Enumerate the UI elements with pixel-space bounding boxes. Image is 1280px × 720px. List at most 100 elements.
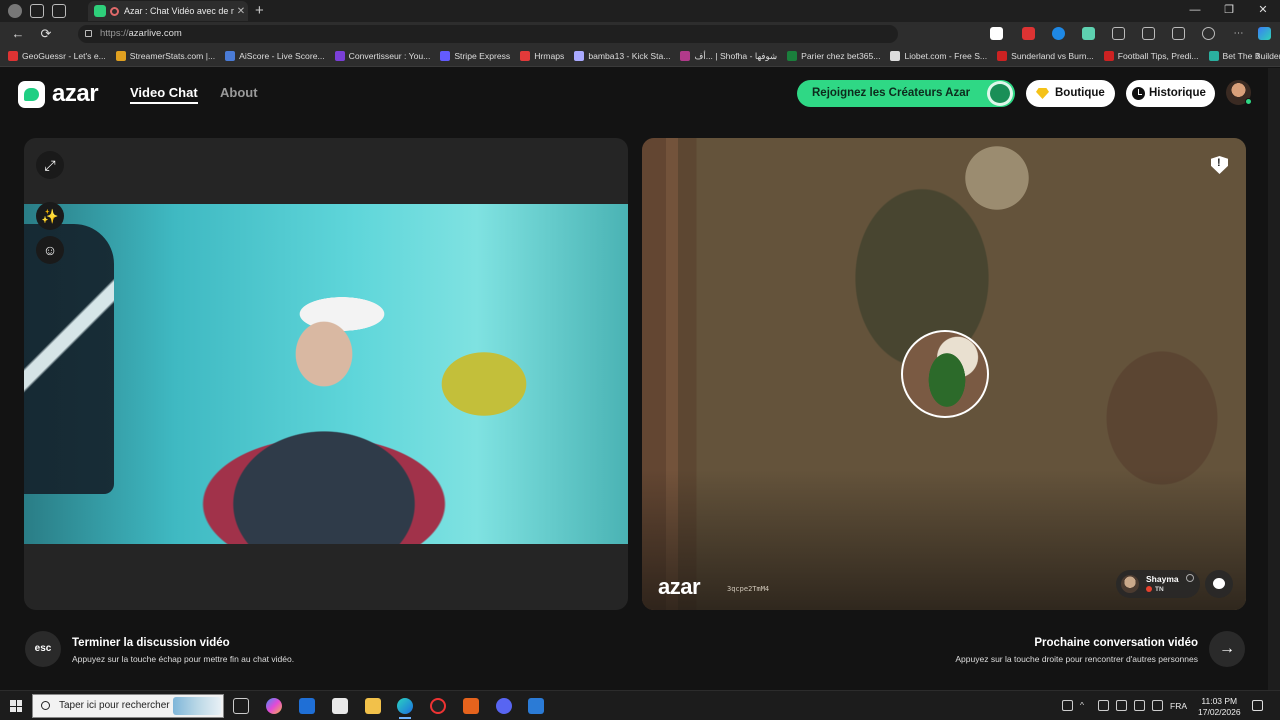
mask-button[interactable]: ☺ — [36, 236, 64, 264]
refresh-extension-icon[interactable] — [1112, 27, 1125, 40]
join-creators-button[interactable]: Rejoignez les Créateurs Azar — [797, 80, 1015, 107]
bookmark-favicon-icon — [520, 51, 531, 61]
nav-video-chat[interactable]: Video Chat — [130, 85, 198, 104]
url-host: azarlive.com — [128, 28, 182, 39]
tab-close-icon[interactable]: ✕ — [234, 6, 248, 17]
profile-icon[interactable] — [8, 4, 22, 18]
shop-button[interactable]: Boutique — [1026, 80, 1115, 107]
recording-icon — [110, 6, 119, 16]
history-label: Historique — [1149, 87, 1206, 99]
taskbar-clock[interactable]: 11:03 PM 17/02/2026 — [1198, 696, 1241, 718]
camera-icon[interactable] — [1116, 700, 1127, 711]
site-info-icon[interactable] — [85, 30, 92, 37]
session-code: 3qcpe2TmM4 — [727, 585, 770, 593]
azar-logo-text: azar — [52, 80, 99, 107]
expand-icon: ⤢ — [44, 157, 56, 173]
magic-wand-icon: ✨ — [41, 208, 59, 224]
bookmark-label: Sunderland vs Burn... — [1011, 51, 1094, 61]
taskbar-search[interactable]: Taper ici pour rechercher — [32, 694, 224, 718]
extension-icon[interactable] — [1082, 27, 1095, 40]
bookmark-favicon-icon — [334, 51, 345, 61]
history-button[interactable]: Historique — [1126, 80, 1215, 107]
task-view-icon[interactable] — [233, 698, 249, 714]
flag-icon — [1146, 586, 1152, 592]
info-icon — [1186, 574, 1194, 582]
azar-logo-icon — [18, 80, 45, 108]
partner-video-panel: azar 3qcpe2TmM4 Shayma TN — [642, 138, 1246, 610]
extension-icon[interactable] — [1022, 27, 1035, 40]
bookmark-favicon-icon — [225, 51, 236, 61]
bookmark-item[interactable]: Sunderland vs Burn... — [997, 51, 1094, 61]
more-menu-icon[interactable]: ⋯ — [1232, 27, 1245, 40]
copilot-icon[interactable] — [1258, 27, 1271, 40]
bookmark-item[interactable]: bamba13 - Kick Sta... — [574, 51, 670, 61]
nav-about[interactable]: About — [220, 85, 258, 100]
app-window-icon[interactable] — [528, 698, 544, 714]
workspaces-icon[interactable] — [30, 4, 44, 18]
new-tab-button[interactable]: + — [255, 2, 264, 19]
edge-icon[interactable] — [397, 698, 413, 719]
url-bar[interactable]: https://azarlive.com — [78, 25, 898, 43]
bookmark-item[interactable]: Hrmaps — [520, 51, 564, 61]
shop-label: Boutique — [1055, 87, 1105, 99]
chat-bubble-icon[interactable] — [1205, 570, 1233, 598]
bookmark-item[interactable]: GeoGuessr - Let's e... — [8, 51, 106, 61]
azar-logo[interactable]: azar — [18, 80, 99, 108]
close-window-button[interactable]: ✕ — [1246, 0, 1280, 20]
bookmark-item[interactable]: AiScore - Live Score... — [225, 51, 325, 61]
bookmark-label: أف... | Shofha - شوفها — [694, 50, 778, 61]
keyboard-icon[interactable] — [1062, 700, 1073, 711]
face-mask-icon: ☺ — [42, 242, 58, 258]
notifications-icon[interactable] — [1252, 700, 1263, 711]
next-chat-title: Prochaine conversation vidéo — [1034, 637, 1198, 649]
copilot-taskbar-icon[interactable] — [266, 698, 282, 714]
split-screen-icon[interactable] — [1142, 27, 1155, 40]
bookmark-item[interactable]: Football Tips, Predi... — [1103, 51, 1199, 61]
extension-icon[interactable] — [990, 27, 1003, 40]
network-icon[interactable] — [1098, 700, 1109, 711]
page-scrollbar[interactable] — [1268, 68, 1280, 690]
bookmark-label: Football Tips, Predi... — [1117, 51, 1199, 61]
maximize-button[interactable]: ❐ — [1212, 0, 1246, 20]
input-language[interactable]: FRA — [1170, 701, 1187, 711]
end-chat-esc-button[interactable]: esc — [25, 631, 61, 667]
partner-country-code: TN — [1155, 586, 1164, 593]
bookmark-favicon-icon — [997, 51, 1008, 61]
app-icon[interactable] — [463, 698, 479, 714]
reload-button[interactable]: ⟳ — [38, 26, 54, 42]
bookmark-item[interactable]: StreamerStats.com |... — [115, 51, 215, 61]
outlook-icon[interactable] — [299, 698, 315, 714]
azar-favicon-icon — [94, 5, 106, 17]
bookmark-item[interactable]: Liobet.com - Free S... — [890, 51, 987, 61]
volume-icon[interactable] — [1152, 700, 1163, 711]
bookmarks-overflow-icon[interactable]: › — [1256, 50, 1260, 62]
tab-actions-icon[interactable] — [52, 4, 66, 18]
bookmark-favicon-icon — [890, 51, 901, 61]
bookmark-label: bamba13 - Kick Sta... — [588, 51, 671, 61]
browser-essentials-icon[interactable] — [1202, 27, 1215, 40]
download-icon[interactable] — [1172, 27, 1185, 40]
bookmark-item[interactable]: Parier chez bet365... — [787, 51, 880, 61]
obs-icon[interactable] — [430, 698, 446, 714]
minimize-button[interactable]: — — [1178, 0, 1212, 20]
bookmark-favicon-icon — [1208, 51, 1219, 61]
bookmark-favicon-icon — [680, 51, 691, 61]
bookmark-item[interactable]: Bet The Builder — [1208, 51, 1280, 61]
bookmark-item[interactable]: Stripe Express — [440, 51, 510, 61]
extension-icon[interactable] — [1052, 27, 1065, 40]
partner-profile-chip[interactable]: Shayma TN — [1116, 570, 1200, 598]
back-button[interactable]: ← — [10, 26, 26, 42]
user-avatar[interactable] — [1226, 80, 1252, 105]
effects-button[interactable]: ✨ — [36, 202, 64, 230]
store-icon[interactable] — [332, 698, 348, 714]
wifi-icon[interactable] — [1134, 700, 1145, 711]
tray-overflow-icon[interactable]: ^ — [1080, 700, 1091, 711]
next-chat-arrow-button[interactable]: → — [1209, 631, 1245, 667]
fullscreen-button[interactable]: ⤢ — [36, 151, 64, 179]
bookmark-item[interactable]: أف... | Shofha - شوفها — [680, 51, 777, 62]
windows-start-icon[interactable] — [10, 700, 22, 712]
browser-tab-azar[interactable]: Azar : Chat Vidéo avec de n ✕ — [88, 1, 248, 21]
file-explorer-icon[interactable] — [365, 698, 381, 714]
discord-icon[interactable] — [496, 698, 512, 714]
bookmark-item[interactable]: Convertisseur : You... — [334, 51, 430, 61]
